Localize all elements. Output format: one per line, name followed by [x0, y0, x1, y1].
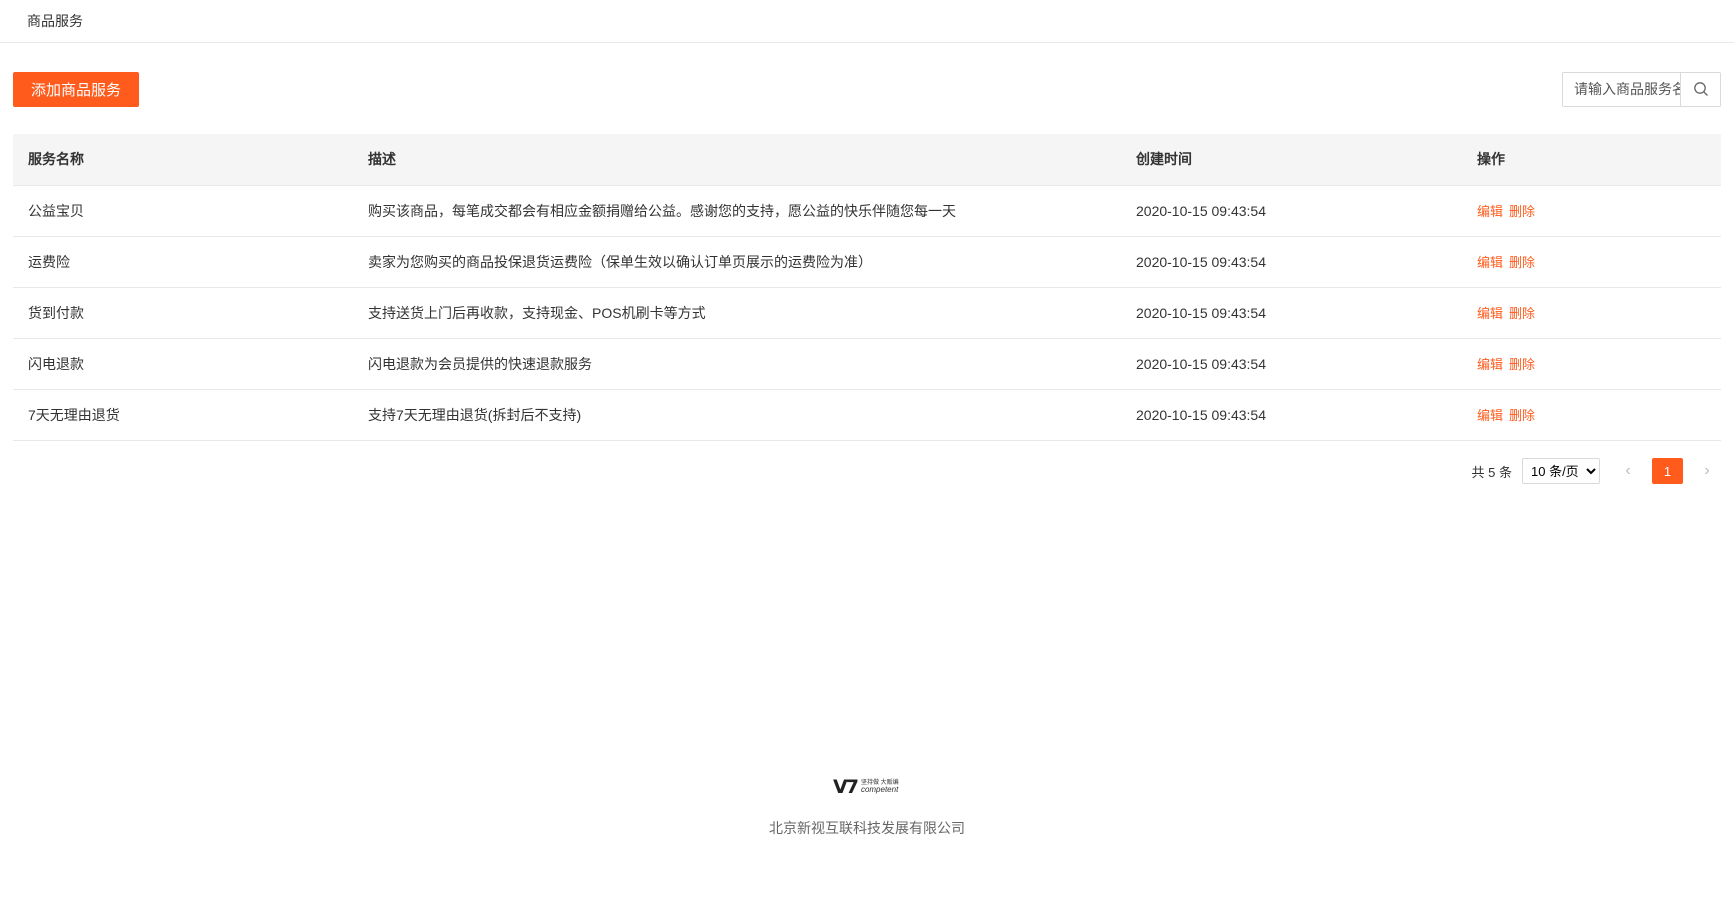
- company-logo: V7 坚持做 大贩编 competent: [833, 776, 901, 798]
- total-count: 共 5 条: [1471, 464, 1512, 480]
- delete-link[interactable]: 删除: [1509, 204, 1535, 219]
- search-box: [1562, 71, 1721, 107]
- toolbar: 添加商品服务: [13, 71, 1721, 107]
- table-row: 公益宝贝 购买该商品，每笔成交都会有相应金额捐赠给公益。感谢您的支持，愿公益的快…: [13, 185, 1721, 237]
- page-size-select[interactable]: 10 条/页: [1522, 458, 1600, 484]
- cell-actions: 编辑 删除: [1462, 338, 1721, 390]
- pagination: 共 5 条 10 条/页 ‹ 1 ›: [1472, 457, 1721, 485]
- column-header-description: 描述: [353, 134, 1121, 186]
- search-input[interactable]: [1563, 72, 1680, 106]
- edit-link[interactable]: 编辑: [1477, 408, 1503, 423]
- table-row: 闪电退款 闪电退款为会员提供的快速退款服务 2020-10-15 09:43:5…: [13, 338, 1721, 390]
- cell-description: 卖家为您购买的商品投保退货运费险（保单生效以确认订单页展示的运费险为准）: [353, 236, 1121, 288]
- logo-mark-icon: V7: [833, 775, 859, 798]
- page-title: 商品服务: [27, 13, 83, 29]
- table-row: 货到付款 支持送货上门后再收款，支持现金、POS机刷卡等方式 2020-10-1…: [13, 287, 1721, 339]
- cell-created-time: 2020-10-15 09:43:54: [1121, 287, 1462, 339]
- next-page-button[interactable]: ›: [1693, 457, 1721, 485]
- add-service-button[interactable]: 添加商品服务: [13, 71, 140, 107]
- cell-actions: 编辑 删除: [1462, 236, 1721, 288]
- cell-created-time: 2020-10-15 09:43:54: [1121, 236, 1462, 288]
- delete-link[interactable]: 删除: [1509, 306, 1535, 321]
- search-button[interactable]: [1680, 72, 1720, 106]
- delete-link[interactable]: 删除: [1509, 408, 1535, 423]
- logo-text: 坚持做 大贩编 competent: [861, 780, 899, 794]
- edit-link[interactable]: 编辑: [1477, 357, 1503, 372]
- cell-actions: 编辑 删除: [1462, 185, 1721, 237]
- cell-created-time: 2020-10-15 09:43:54: [1121, 338, 1462, 390]
- prev-page-button[interactable]: ‹: [1614, 457, 1642, 485]
- cell-name: 运费险: [13, 236, 353, 288]
- column-header-actions: 操作: [1462, 134, 1721, 186]
- cell-created-time: 2020-10-15 09:43:54: [1121, 185, 1462, 237]
- cell-description: 闪电退款为会员提供的快速退款服务: [353, 338, 1121, 390]
- cell-description: 购买该商品，每笔成交都会有相应金额捐赠给公益。感谢您的支持，愿公益的快乐伴随您每…: [353, 185, 1121, 237]
- cell-actions: 编辑 删除: [1462, 287, 1721, 339]
- footer-company-name: 北京新视互联科技发展有限公司: [769, 820, 965, 836]
- table-row: 运费险 卖家为您购买的商品投保退货运费险（保单生效以确认订单页展示的运费险为准）…: [13, 236, 1721, 288]
- chevron-right-icon: ›: [1704, 462, 1710, 479]
- edit-link[interactable]: 编辑: [1477, 306, 1503, 321]
- page-number-current[interactable]: 1: [1652, 458, 1683, 484]
- logo-wordmark: competent: [860, 785, 899, 794]
- column-header-name: 服务名称: [13, 134, 353, 186]
- cell-description: 支持送货上门后再收款，支持现金、POS机刷卡等方式: [353, 287, 1121, 339]
- delete-link[interactable]: 删除: [1509, 255, 1535, 270]
- service-table: 服务名称 描述 创建时间 操作 公益宝贝 购买该商品，每笔成交都会有相应金额捐赠…: [13, 134, 1721, 441]
- edit-link[interactable]: 编辑: [1477, 204, 1503, 219]
- table-row: 7天无理由退货 支持7天无理由退货(拆封后不支持) 2020-10-15 09:…: [13, 389, 1721, 441]
- cell-name: 闪电退款: [13, 338, 353, 390]
- column-header-created-time: 创建时间: [1121, 134, 1462, 186]
- cell-name: 货到付款: [13, 287, 353, 339]
- cell-name: 公益宝贝: [13, 185, 353, 237]
- cell-description: 支持7天无理由退货(拆封后不支持): [353, 389, 1121, 441]
- chevron-left-icon: ‹: [1625, 462, 1631, 479]
- cell-created-time: 2020-10-15 09:43:54: [1121, 389, 1462, 441]
- search-icon: [1693, 82, 1708, 96]
- table-header-row: 服务名称 描述 创建时间 操作: [13, 134, 1721, 186]
- page-header: 商品服务: [0, 0, 1734, 43]
- cell-actions: 编辑 删除: [1462, 389, 1721, 441]
- edit-link[interactable]: 编辑: [1477, 255, 1503, 270]
- cell-name: 7天无理由退货: [13, 389, 353, 441]
- delete-link[interactable]: 删除: [1509, 357, 1535, 372]
